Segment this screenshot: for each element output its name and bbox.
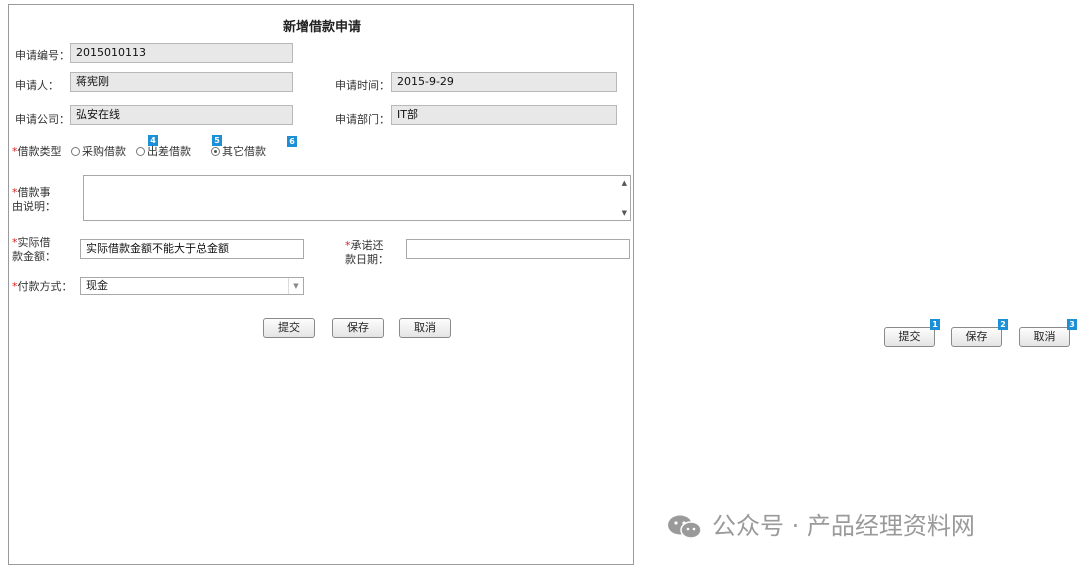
submit-button[interactable]: 提交	[263, 318, 315, 338]
radio-other-loan-label[interactable]: 其它借款	[222, 145, 266, 159]
loan-type-label: *借款类型	[12, 145, 62, 158]
payment-method-select[interactable]: 现金 ▼	[80, 277, 304, 295]
annotation-badge-1: 1	[930, 319, 940, 330]
company-field: 弘安在线	[70, 105, 293, 125]
department-label: 申请部门：	[335, 113, 390, 126]
apply-time-field: 2015-9-29	[391, 72, 617, 92]
apply-time-label: 申请时间：	[335, 79, 390, 92]
radio-travel-loan-label[interactable]: 出差借款	[147, 145, 191, 159]
annotation-badge-3: 3	[1067, 319, 1077, 330]
annotated-cancel-button[interactable]: 取消	[1019, 327, 1070, 347]
repay-date-input[interactable]	[406, 239, 630, 259]
amount-label: *实际借 款金额：	[12, 236, 56, 263]
loan-application-form: 新增借款申请 申请编号： 2015010113 申请人： 蒋宪刚 申请时间： 2…	[8, 4, 634, 565]
radio-travel-loan[interactable]	[136, 147, 145, 156]
scroll-down-arrow-icon[interactable]: ▼	[622, 209, 627, 217]
annotation-badge-5: 5	[212, 135, 222, 146]
applicant-field: 蒋宪刚	[70, 72, 293, 92]
annotated-submit-button[interactable]: 提交	[884, 327, 935, 347]
radio-other-loan[interactable]	[211, 147, 220, 156]
payment-label: *付款方式：	[12, 280, 73, 293]
annotated-save-button[interactable]: 保存	[951, 327, 1002, 347]
payment-method-value: 现金	[86, 279, 108, 292]
reason-label: *借款事 由说明：	[12, 186, 56, 213]
radio-purchase-loan[interactable]	[71, 147, 80, 156]
wechat-icon	[668, 515, 702, 539]
chevron-down-icon[interactable]: ▼	[288, 278, 303, 294]
annotation-badge-2: 2	[998, 319, 1008, 330]
cancel-button[interactable]: 取消	[399, 318, 451, 338]
application-no-field: 2015010113	[70, 43, 293, 63]
radio-purchase-loan-label[interactable]: 采购借款	[82, 145, 126, 159]
applicant-label: 申请人：	[15, 79, 59, 92]
annotation-badge-6: 6	[287, 136, 297, 147]
scroll-up-arrow-icon[interactable]: ▲	[622, 179, 627, 187]
save-button[interactable]: 保存	[332, 318, 384, 338]
amount-input[interactable]: 实际借款金额不能大于总金额	[80, 239, 304, 259]
repay-date-label: *承诺还 款日期：	[345, 239, 389, 266]
reason-textarea[interactable]: ▲ ▼	[83, 175, 631, 221]
watermark-text: 公众号 · 产品经理资料网	[712, 512, 975, 540]
company-label: 申请公司：	[15, 113, 70, 126]
department-field: IT部	[391, 105, 617, 125]
application-no-label: 申请编号：	[15, 49, 70, 62]
page-title: 新增借款申请	[282, 20, 361, 35]
annotation-badge-4: 4	[148, 135, 158, 146]
